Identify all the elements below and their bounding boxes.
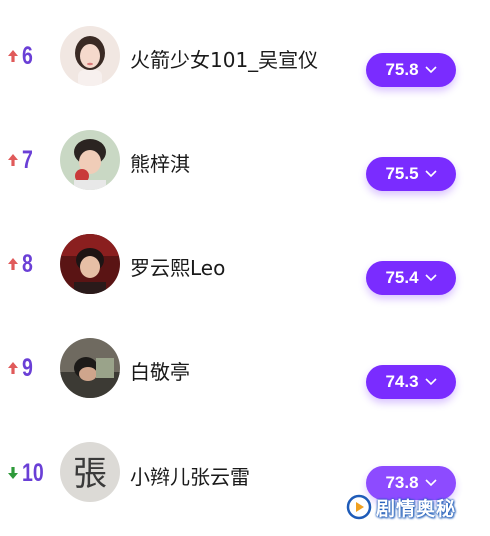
chevron-down-icon [424, 479, 437, 487]
score-dropdown-button[interactable]: 75.4 [366, 261, 456, 295]
rank-row[interactable]: 7 熊梓淇 75.5 [0, 110, 490, 210]
arrow-up-icon [6, 257, 20, 271]
play-logo-icon [346, 494, 372, 520]
rank-row[interactable]: 9 白敬亭 74.3 [0, 318, 490, 418]
arrow-down-icon [6, 466, 20, 480]
arrow-up-icon [6, 153, 20, 167]
avatar[interactable] [60, 26, 120, 86]
arrow-up-icon [6, 361, 20, 375]
score-value: 74.3 [385, 372, 419, 391]
rank-number: 10 [22, 459, 44, 487]
arrow-up-icon [6, 49, 20, 63]
avatar[interactable] [60, 338, 120, 398]
rank-number: 8 [22, 250, 33, 278]
watermark-text: 剧情奥秘 [376, 497, 457, 520]
rank-number: 9 [22, 354, 33, 382]
watermark: 剧情奥秘 [346, 492, 476, 522]
chevron-down-icon [424, 170, 437, 178]
celebrity-name: 火箭少女101_吴宣仪 [130, 48, 319, 72]
chevron-down-icon [424, 378, 437, 386]
score-value: 75.4 [385, 268, 419, 287]
rank-row[interactable]: 8 罗云熙Leo 75.4 [0, 214, 490, 314]
score-value: 75.5 [385, 164, 419, 183]
celebrity-name: 小辫儿张云雷 [130, 465, 250, 489]
score-dropdown-button[interactable]: 75.8 [366, 53, 456, 87]
rank-number: 6 [22, 42, 33, 70]
celebrity-name: 白敬亭 [130, 360, 190, 384]
celebrity-name: 熊梓淇 [130, 152, 190, 176]
chevron-down-icon [424, 274, 437, 282]
avatar[interactable]: 張 [60, 442, 120, 502]
score-dropdown-button[interactable]: 74.3 [366, 365, 456, 399]
svg-text:張: 張 [73, 454, 107, 494]
score-value: 73.8 [385, 473, 419, 492]
rank-number: 7 [22, 146, 33, 174]
score-dropdown-button[interactable]: 75.5 [366, 157, 456, 191]
celebrity-name: 罗云熙Leo [130, 256, 226, 280]
chevron-down-icon [424, 66, 437, 74]
score-value: 75.8 [385, 60, 419, 79]
rank-row[interactable]: 6 火箭少女101_吴宣仪 75.8 [0, 6, 490, 106]
avatar[interactable] [60, 130, 120, 190]
avatar[interactable] [60, 234, 120, 294]
